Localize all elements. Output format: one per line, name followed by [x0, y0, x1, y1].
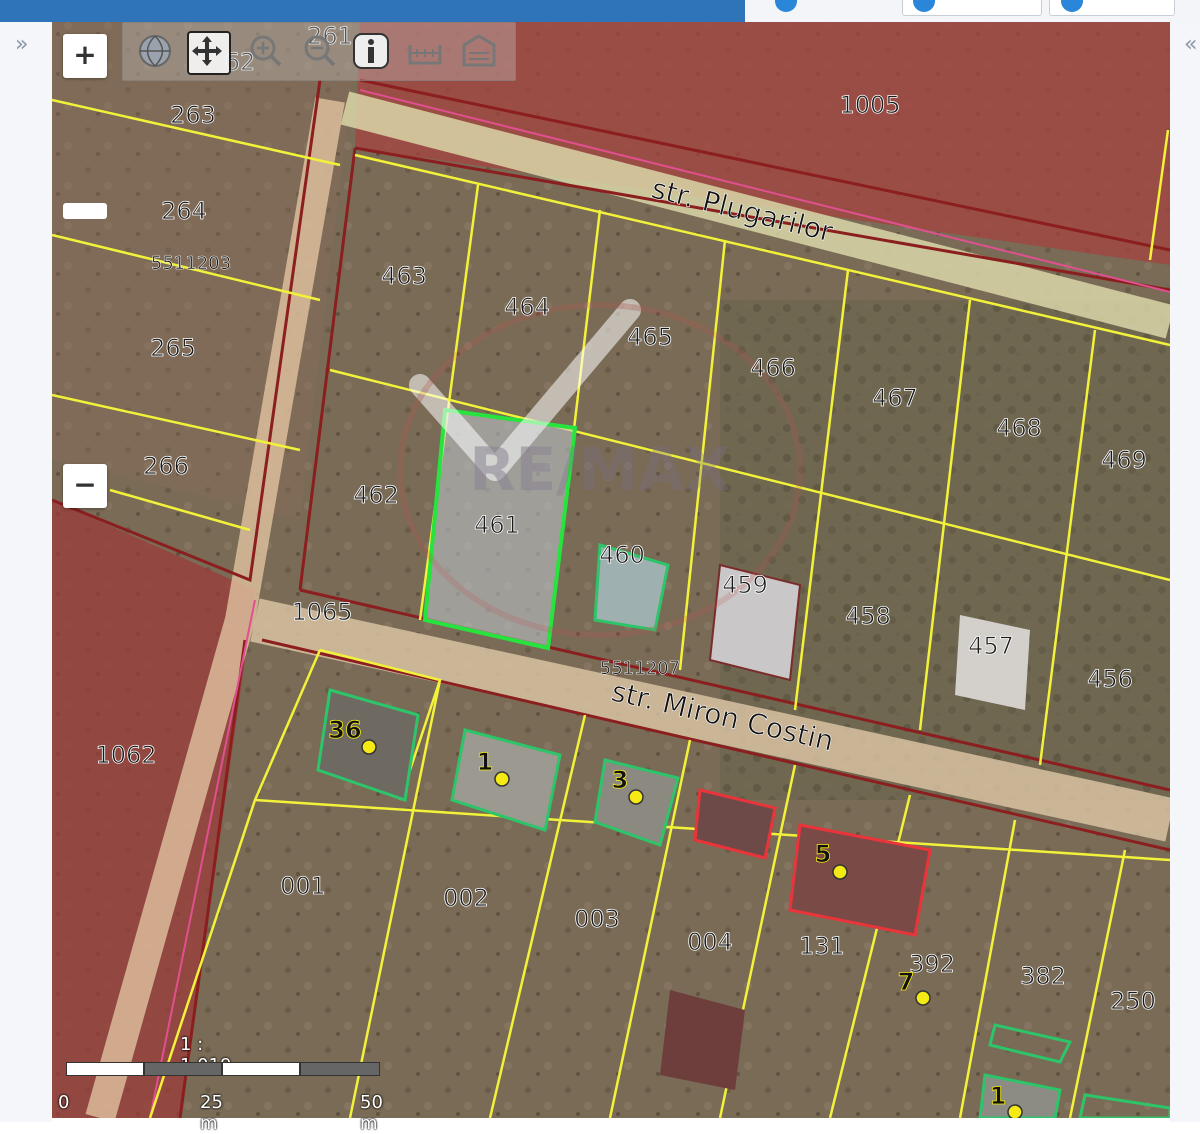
- parcel-label: 265: [150, 334, 196, 362]
- parcel-label: 1062: [95, 741, 156, 769]
- parcel-label: 264: [161, 197, 207, 225]
- left-side-panel: »: [0, 22, 52, 1122]
- parcel-label: 1005: [839, 91, 900, 119]
- parcel-label: 131: [799, 932, 845, 960]
- scale-segment: [144, 1062, 222, 1076]
- house-number: 3: [612, 766, 629, 794]
- scale-segment: [222, 1062, 300, 1076]
- parcel-label: 263: [170, 101, 216, 129]
- scale-tick-label: 50 m: [360, 1092, 383, 1134]
- cadastral-code: 5511207: [600, 658, 680, 679]
- parcel-label: 469: [1101, 446, 1147, 474]
- expand-right-icon[interactable]: «: [1184, 34, 1197, 56]
- parcel-label: 004: [687, 928, 733, 956]
- expand-left-icon[interactable]: »: [15, 34, 28, 56]
- parcel-label: 003: [574, 905, 620, 933]
- parcel-label: 460: [599, 541, 645, 569]
- house-number: 7: [898, 968, 915, 996]
- scale-tick-label: 0: [58, 1092, 70, 1113]
- scale-segment: [300, 1062, 380, 1076]
- scale-segment: [66, 1062, 144, 1076]
- parcel-label: 466: [750, 354, 796, 382]
- parcel-label: 459: [722, 571, 768, 599]
- zoom-in-tool-icon[interactable]: [245, 31, 285, 71]
- map-toolbar: [122, 22, 516, 81]
- parcel-label: 1065: [291, 598, 352, 626]
- right-side-panel: «: [1170, 22, 1200, 1122]
- measure-distance-icon[interactable]: [405, 31, 445, 71]
- measure-area-icon[interactable]: [459, 31, 499, 71]
- parcel-label: 266: [143, 452, 189, 480]
- info-icon[interactable]: [351, 31, 391, 71]
- house-number: 1: [990, 1082, 1007, 1110]
- map-canvas: RE/MAX str. Plugarilor str. Miron Costin…: [52, 22, 1170, 1118]
- parcel-label: 463: [381, 262, 427, 290]
- house-number: 5: [815, 840, 832, 868]
- top-header-bar: [0, 0, 745, 22]
- parcel-label: 382: [1020, 962, 1066, 990]
- parcel-label: 001: [280, 872, 326, 900]
- parcel-label: 464: [504, 293, 550, 321]
- header-tool-icon[interactable]: [775, 0, 797, 12]
- parcel-label: 250: [1110, 987, 1156, 1015]
- watermark-text: RE/MAX: [469, 435, 731, 505]
- parcel-label: 458: [845, 602, 891, 630]
- parcel-label: 461: [474, 511, 520, 539]
- cadastral-map[interactable]: RE/MAX str. Plugarilor str. Miron Costin…: [52, 22, 1170, 1118]
- zoom-slider-handle[interactable]: [63, 203, 107, 219]
- pan-move-icon[interactable]: [187, 31, 231, 75]
- parcel-label: 465: [627, 323, 673, 351]
- parcel-label: 462: [353, 481, 399, 509]
- zoom-in-button[interactable]: +: [63, 34, 107, 78]
- parcel-label: 392: [909, 950, 955, 978]
- house-number: 1: [477, 748, 494, 776]
- parcel-label: 457: [968, 632, 1014, 660]
- zoom-out-tool-icon[interactable]: [299, 31, 339, 71]
- parcel-label: 456: [1087, 665, 1133, 693]
- top-header-tools: [745, 0, 1200, 22]
- parcel-label: 468: [996, 414, 1042, 442]
- globe-icon[interactable]: [135, 31, 175, 71]
- parcel-label: 467: [872, 384, 918, 412]
- scale-tick-label: 25 m: [200, 1092, 223, 1134]
- parcel-label: 002: [443, 884, 489, 912]
- zoom-out-button[interactable]: −: [63, 464, 107, 508]
- cadastral-code: 5511203: [151, 253, 231, 274]
- house-number: 36: [328, 716, 361, 744]
